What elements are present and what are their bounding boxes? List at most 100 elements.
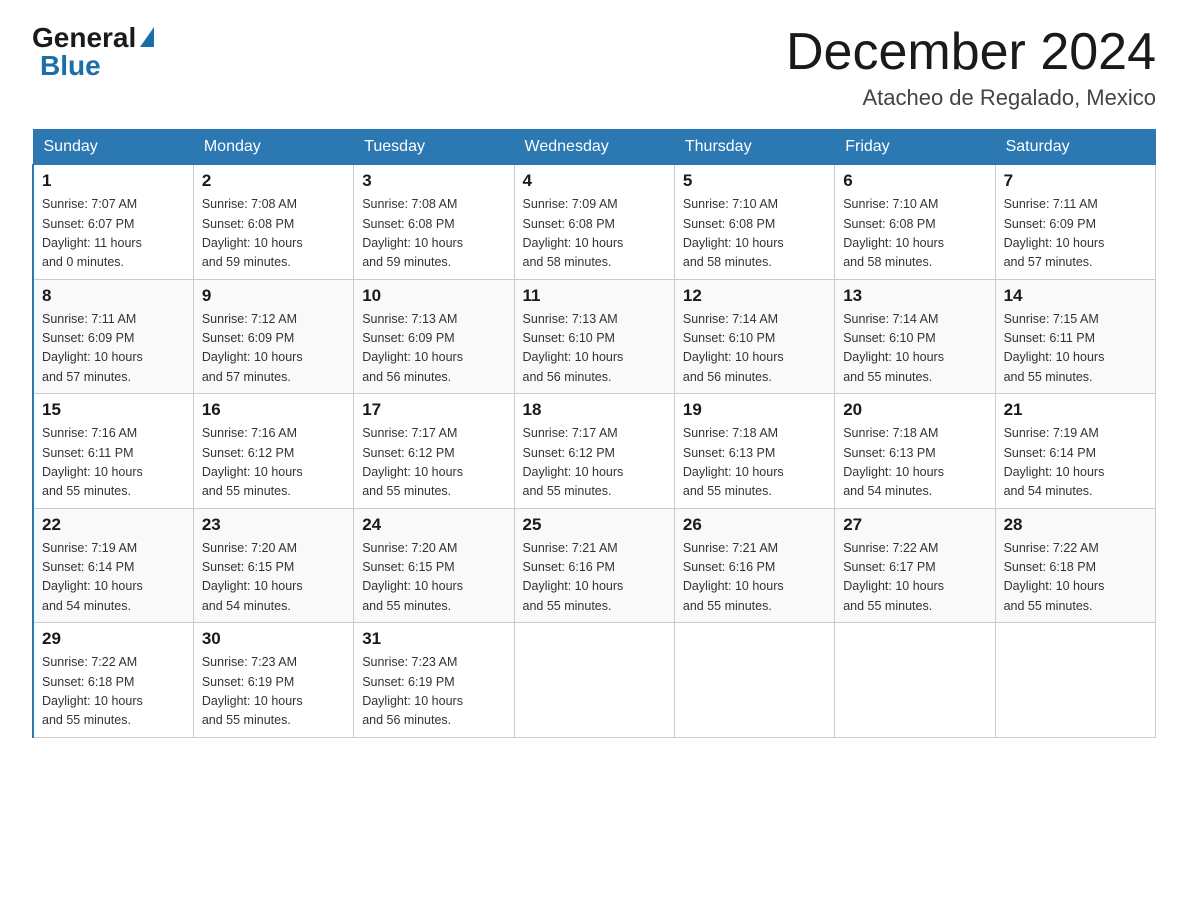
calendar-cell xyxy=(995,623,1155,738)
calendar-cell: 22 Sunrise: 7:19 AM Sunset: 6:14 PM Dayli… xyxy=(33,508,193,623)
day-info: Sunrise: 7:18 AM Sunset: 6:13 PM Dayligh… xyxy=(843,424,986,502)
day-info: Sunrise: 7:21 AM Sunset: 6:16 PM Dayligh… xyxy=(523,539,666,617)
calendar-cell: 27 Sunrise: 7:22 AM Sunset: 6:17 PM Dayli… xyxy=(835,508,995,623)
calendar-cell: 29 Sunrise: 7:22 AM Sunset: 6:18 PM Dayli… xyxy=(33,623,193,738)
title-block: December 2024 Atacheo de Regalado, Mexic… xyxy=(786,24,1156,111)
day-number: 11 xyxy=(523,286,666,306)
weekday-header-wednesday: Wednesday xyxy=(514,130,674,165)
day-number: 26 xyxy=(683,515,826,535)
day-number: 25 xyxy=(523,515,666,535)
logo-blue-text: Blue xyxy=(40,52,101,80)
calendar-week-row: 22 Sunrise: 7:19 AM Sunset: 6:14 PM Dayli… xyxy=(33,508,1156,623)
calendar-week-row: 15 Sunrise: 7:16 AM Sunset: 6:11 PM Dayli… xyxy=(33,394,1156,509)
day-number: 15 xyxy=(42,400,185,420)
page-header: General Blue December 2024 Atacheo de Re… xyxy=(32,24,1156,111)
day-info: Sunrise: 7:13 AM Sunset: 6:10 PM Dayligh… xyxy=(523,310,666,388)
calendar-cell: 8 Sunrise: 7:11 AM Sunset: 6:09 PM Daylig… xyxy=(33,279,193,394)
day-info: Sunrise: 7:11 AM Sunset: 6:09 PM Dayligh… xyxy=(1004,195,1147,273)
calendar-cell: 1Sunrise: 7:07 AM Sunset: 6:07 PM Daylig… xyxy=(33,165,193,280)
day-info: Sunrise: 7:23 AM Sunset: 6:19 PM Dayligh… xyxy=(202,653,345,731)
day-number: 19 xyxy=(683,400,826,420)
calendar-cell: 3 Sunrise: 7:08 AM Sunset: 6:08 PM Daylig… xyxy=(354,165,514,280)
day-number: 10 xyxy=(362,286,505,306)
day-info: Sunrise: 7:20 AM Sunset: 6:15 PM Dayligh… xyxy=(202,539,345,617)
calendar-cell: 15 Sunrise: 7:16 AM Sunset: 6:11 PM Dayli… xyxy=(33,394,193,509)
day-info: Sunrise: 7:16 AM Sunset: 6:11 PM Dayligh… xyxy=(42,424,185,502)
calendar-cell: 4Sunrise: 7:09 AM Sunset: 6:08 PM Daylig… xyxy=(514,165,674,280)
day-number: 21 xyxy=(1004,400,1147,420)
day-info: Sunrise: 7:09 AM Sunset: 6:08 PM Dayligh… xyxy=(523,195,666,273)
calendar-cell: 20Sunrise: 7:18 AM Sunset: 6:13 PM Dayli… xyxy=(835,394,995,509)
calendar-week-row: 29 Sunrise: 7:22 AM Sunset: 6:18 PM Dayli… xyxy=(33,623,1156,738)
day-info: Sunrise: 7:11 AM Sunset: 6:09 PM Dayligh… xyxy=(42,310,185,388)
logo-triangle-icon xyxy=(140,27,154,47)
day-number: 8 xyxy=(42,286,185,306)
day-info: Sunrise: 7:08 AM Sunset: 6:08 PM Dayligh… xyxy=(202,195,345,273)
calendar-cell: 25 Sunrise: 7:21 AM Sunset: 6:16 PM Dayli… xyxy=(514,508,674,623)
calendar-cell: 28 Sunrise: 7:22 AM Sunset: 6:18 PM Dayli… xyxy=(995,508,1155,623)
day-number: 3 xyxy=(362,171,505,191)
day-number: 31 xyxy=(362,629,505,649)
day-info: Sunrise: 7:10 AM Sunset: 6:08 PM Dayligh… xyxy=(683,195,826,273)
calendar-cell: 19 Sunrise: 7:18 AM Sunset: 6:13 PM Dayli… xyxy=(674,394,834,509)
day-number: 12 xyxy=(683,286,826,306)
calendar-title: December 2024 xyxy=(786,24,1156,81)
day-info: Sunrise: 7:12 AM Sunset: 6:09 PM Dayligh… xyxy=(202,310,345,388)
day-number: 30 xyxy=(202,629,345,649)
calendar-cell: 7 Sunrise: 7:11 AM Sunset: 6:09 PM Daylig… xyxy=(995,165,1155,280)
day-number: 5 xyxy=(683,171,826,191)
calendar-week-row: 1Sunrise: 7:07 AM Sunset: 6:07 PM Daylig… xyxy=(33,165,1156,280)
day-info: Sunrise: 7:17 AM Sunset: 6:12 PM Dayligh… xyxy=(523,424,666,502)
day-number: 23 xyxy=(202,515,345,535)
day-number: 1 xyxy=(42,171,185,191)
calendar-cell: 30 Sunrise: 7:23 AM Sunset: 6:19 PM Dayli… xyxy=(193,623,353,738)
weekday-header-friday: Friday xyxy=(835,130,995,165)
day-info: Sunrise: 7:20 AM Sunset: 6:15 PM Dayligh… xyxy=(362,539,505,617)
day-info: Sunrise: 7:10 AM Sunset: 6:08 PM Dayligh… xyxy=(843,195,986,273)
calendar-cell xyxy=(674,623,834,738)
day-info: Sunrise: 7:17 AM Sunset: 6:12 PM Dayligh… xyxy=(362,424,505,502)
calendar-cell: 9 Sunrise: 7:12 AM Sunset: 6:09 PM Daylig… xyxy=(193,279,353,394)
logo-general-text: General xyxy=(32,24,136,52)
day-info: Sunrise: 7:18 AM Sunset: 6:13 PM Dayligh… xyxy=(683,424,826,502)
calendar-week-row: 8 Sunrise: 7:11 AM Sunset: 6:09 PM Daylig… xyxy=(33,279,1156,394)
calendar-cell: 6Sunrise: 7:10 AM Sunset: 6:08 PM Daylig… xyxy=(835,165,995,280)
logo: General Blue xyxy=(32,24,154,80)
calendar-cell: 17 Sunrise: 7:17 AM Sunset: 6:12 PM Dayli… xyxy=(354,394,514,509)
calendar-table: SundayMondayTuesdayWednesdayThursdayFrid… xyxy=(32,129,1156,738)
day-info: Sunrise: 7:22 AM Sunset: 6:18 PM Dayligh… xyxy=(1004,539,1147,617)
day-info: Sunrise: 7:19 AM Sunset: 6:14 PM Dayligh… xyxy=(42,539,185,617)
weekday-header-thursday: Thursday xyxy=(674,130,834,165)
calendar-cell: 23 Sunrise: 7:20 AM Sunset: 6:15 PM Dayli… xyxy=(193,508,353,623)
day-info: Sunrise: 7:15 AM Sunset: 6:11 PM Dayligh… xyxy=(1004,310,1147,388)
day-info: Sunrise: 7:22 AM Sunset: 6:17 PM Dayligh… xyxy=(843,539,986,617)
calendar-cell: 13Sunrise: 7:14 AM Sunset: 6:10 PM Dayli… xyxy=(835,279,995,394)
day-number: 9 xyxy=(202,286,345,306)
day-info: Sunrise: 7:21 AM Sunset: 6:16 PM Dayligh… xyxy=(683,539,826,617)
day-number: 27 xyxy=(843,515,986,535)
calendar-cell: 26 Sunrise: 7:21 AM Sunset: 6:16 PM Dayli… xyxy=(674,508,834,623)
day-number: 29 xyxy=(42,629,185,649)
calendar-subtitle: Atacheo de Regalado, Mexico xyxy=(786,85,1156,111)
day-info: Sunrise: 7:08 AM Sunset: 6:08 PM Dayligh… xyxy=(362,195,505,273)
weekday-header-row: SundayMondayTuesdayWednesdayThursdayFrid… xyxy=(33,130,1156,165)
calendar-cell: 11 Sunrise: 7:13 AM Sunset: 6:10 PM Dayli… xyxy=(514,279,674,394)
day-number: 16 xyxy=(202,400,345,420)
day-number: 28 xyxy=(1004,515,1147,535)
day-number: 24 xyxy=(362,515,505,535)
calendar-cell: 10Sunrise: 7:13 AM Sunset: 6:09 PM Dayli… xyxy=(354,279,514,394)
day-number: 18 xyxy=(523,400,666,420)
day-number: 7 xyxy=(1004,171,1147,191)
calendar-cell: 16Sunrise: 7:16 AM Sunset: 6:12 PM Dayli… xyxy=(193,394,353,509)
day-info: Sunrise: 7:22 AM Sunset: 6:18 PM Dayligh… xyxy=(42,653,185,731)
day-info: Sunrise: 7:19 AM Sunset: 6:14 PM Dayligh… xyxy=(1004,424,1147,502)
weekday-header-sunday: Sunday xyxy=(33,130,193,165)
day-info: Sunrise: 7:14 AM Sunset: 6:10 PM Dayligh… xyxy=(843,310,986,388)
calendar-cell: 2 Sunrise: 7:08 AM Sunset: 6:08 PM Daylig… xyxy=(193,165,353,280)
day-number: 17 xyxy=(362,400,505,420)
day-number: 22 xyxy=(42,515,185,535)
calendar-cell xyxy=(835,623,995,738)
day-info: Sunrise: 7:14 AM Sunset: 6:10 PM Dayligh… xyxy=(683,310,826,388)
day-number: 2 xyxy=(202,171,345,191)
calendar-cell: 21 Sunrise: 7:19 AM Sunset: 6:14 PM Dayli… xyxy=(995,394,1155,509)
